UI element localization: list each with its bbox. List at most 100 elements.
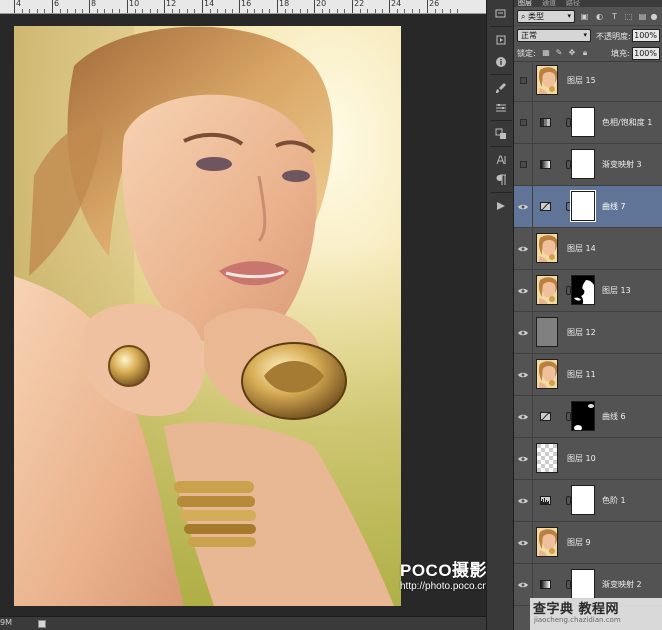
layer-visibility-toggle[interactable] <box>514 312 533 353</box>
blend-mode-select[interactable]: 正常 ▾ <box>517 29 591 42</box>
layer-thumbnail[interactable] <box>536 527 558 557</box>
layer-name[interactable]: 色阶 1 <box>602 495 626 506</box>
visibility-off-box <box>519 161 527 168</box>
ruler-label: 12 <box>166 0 177 8</box>
type-filter-icon[interactable]: T <box>609 11 620 22</box>
layer-row[interactable]: 曲线 7 <box>514 186 662 228</box>
tab-paths[interactable]: 路径 <box>566 0 580 7</box>
document-photo[interactable] <box>14 26 401 606</box>
filter-kind-select[interactable]: ⌕ 类型 ▾ <box>517 10 575 23</box>
ruler-minor-tick <box>397 9 398 13</box>
layer-mask-thumbnail[interactable] <box>571 485 595 515</box>
layer-visibility-toggle[interactable] <box>514 480 533 521</box>
layer-thumbnail[interactable] <box>536 317 558 347</box>
layer-row[interactable]: 图层 10 <box>514 438 662 480</box>
lock-all-icon[interactable]: 🔒︎ <box>580 48 590 58</box>
layer-name[interactable]: 渐变映射 2 <box>602 579 642 590</box>
layer-row[interactable]: 图层 13 <box>514 270 662 312</box>
layer-mask-thumbnail[interactable] <box>570 190 596 222</box>
eye-icon <box>518 498 528 503</box>
ruler-minor-tick <box>307 9 308 13</box>
layer-name[interactable]: 图层 11 <box>567 369 596 380</box>
clone-source-icon[interactable] <box>490 124 512 144</box>
info-icon[interactable] <box>490 52 512 72</box>
layer-thumbnail[interactable] <box>536 443 558 473</box>
tab-channels[interactable]: 通道 <box>542 0 556 7</box>
ruler-minor-tick <box>179 9 180 13</box>
paragraph-icon[interactable] <box>490 170 512 190</box>
actions-icon[interactable] <box>490 30 512 50</box>
tab-layers[interactable]: 图层 <box>518 0 532 7</box>
layer-thumbnail[interactable] <box>536 359 558 389</box>
layer-name[interactable]: 曲线 6 <box>602 411 626 422</box>
layer-visibility-toggle[interactable] <box>514 144 533 185</box>
ruler-minor-tick <box>37 9 38 13</box>
layer-visibility-toggle[interactable] <box>514 270 533 311</box>
image-filter-icon[interactable]: ▣ <box>579 11 590 22</box>
layer-name[interactable]: 图层 9 <box>567 537 591 548</box>
layer-visibility-toggle[interactable] <box>514 438 533 479</box>
panel-icon-strip <box>486 0 514 630</box>
layer-visibility-toggle[interactable] <box>514 522 533 563</box>
layer-row[interactable]: 曲线 6 <box>514 396 662 438</box>
lock-transparency-icon[interactable]: ▦ <box>541 48 551 58</box>
status-scroll-handle[interactable] <box>38 620 46 628</box>
shape-filter-icon[interactable]: ⬚ <box>623 11 634 22</box>
layer-visibility-toggle[interactable] <box>514 228 533 269</box>
layer-row[interactable]: 图层 14 <box>514 228 662 270</box>
opacity-field[interactable]: 100% <box>632 29 660 42</box>
ruler-label: 14 <box>204 0 215 8</box>
ruler-tick <box>14 0 15 13</box>
layer-row[interactable]: 图层 11 <box>514 354 662 396</box>
layer-name[interactable]: 图层 12 <box>567 327 596 338</box>
site-watermark: 查字典 教程网 jiaocheng.chazidian.com <box>530 598 662 630</box>
layer-mask-thumbnail[interactable] <box>571 275 595 305</box>
ruler-minor-tick <box>382 9 383 13</box>
layer-name[interactable]: 色相/饱和度 1 <box>602 117 652 128</box>
layer-row[interactable]: 图层 15 <box>514 63 662 102</box>
ruler-minor-tick <box>262 9 263 13</box>
layer-name[interactable]: 图层 15 <box>567 75 596 86</box>
layer-row[interactable]: 图层 12 <box>514 312 662 354</box>
fill-field[interactable]: 100% <box>632 47 660 60</box>
layer-name[interactable]: 图层 10 <box>567 453 596 464</box>
layer-visibility-toggle[interactable] <box>514 396 533 437</box>
layer-name[interactable]: 图层 14 <box>567 243 596 254</box>
layer-name[interactable]: 曲线 7 <box>602 201 626 212</box>
layer-thumbnail[interactable] <box>536 65 558 95</box>
layer-mask-thumbnail[interactable] <box>571 569 595 599</box>
adjustments-icon[interactable] <box>490 98 512 118</box>
layer-name[interactable]: 图层 13 <box>602 285 631 296</box>
curves-adjustment-icon <box>540 412 551 421</box>
layer-visibility-toggle[interactable] <box>514 102 533 143</box>
layer-name[interactable]: 渐变映射 3 <box>602 159 642 170</box>
document-canvas-area[interactable]: 4 6 8 10 12 14 16 18 20 22 24 26 POCO摄影专… <box>0 0 522 630</box>
history-icon[interactable] <box>490 4 512 24</box>
ruler-minor-tick <box>450 9 451 13</box>
ruler-minor-tick <box>82 9 83 13</box>
layer-row[interactable]: 色相/饱和度 1 <box>514 102 662 144</box>
lock-position-icon[interactable]: ✥ <box>567 48 577 58</box>
horizontal-ruler[interactable]: 4 6 8 10 12 14 16 18 20 22 24 26 <box>0 0 486 14</box>
layer-row[interactable]: 图层 9 <box>514 522 662 564</box>
layer-thumbnail[interactable] <box>536 233 558 263</box>
layer-mask-thumbnail[interactable] <box>571 107 595 137</box>
layer-mask-thumbnail[interactable] <box>571 149 595 179</box>
layer-row[interactable]: 色阶 1 <box>514 480 662 522</box>
layer-row[interactable]: 渐变映射 3 <box>514 144 662 186</box>
fill-label: 填充: <box>611 49 630 58</box>
play-timeline-icon[interactable] <box>490 196 512 216</box>
eye-icon <box>518 330 528 335</box>
brush-icon[interactable] <box>490 78 512 98</box>
layer-mask-thumbnail[interactable] <box>571 401 595 431</box>
adjustment-filter-icon[interactable]: ◐ <box>594 11 605 22</box>
layer-visibility-toggle[interactable] <box>514 354 533 395</box>
layer-thumbnail[interactable] <box>536 275 558 305</box>
lock-pixels-icon[interactable]: ✎ <box>554 48 564 58</box>
smart-object-filter-icon[interactable]: ▤ <box>637 11 648 22</box>
character-icon[interactable] <box>490 150 512 170</box>
layer-visibility-toggle[interactable] <box>514 63 533 101</box>
layer-visibility-toggle[interactable] <box>514 186 533 227</box>
ruler-minor-tick <box>269 9 270 13</box>
filter-toggle-icon[interactable]: ● <box>650 11 658 22</box>
